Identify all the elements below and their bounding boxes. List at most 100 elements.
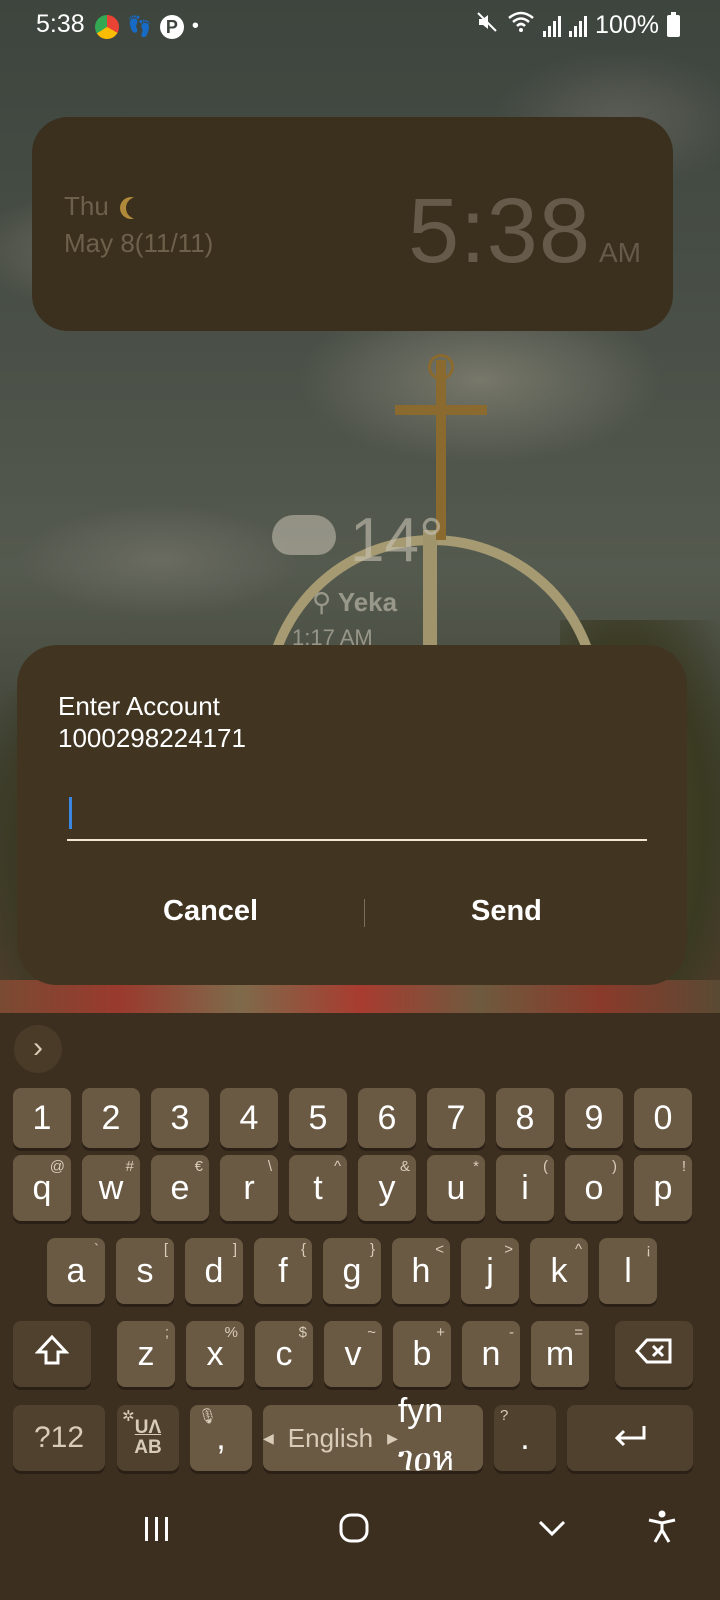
- key-w-label: w: [98, 1168, 124, 1207]
- accessibility-button[interactable]: [646, 1509, 678, 1554]
- enter-key[interactable]: [567, 1405, 693, 1471]
- widget-ampm: AM: [599, 237, 641, 268]
- microphone-icon: 🎙: [198, 1408, 218, 1425]
- enter-icon: [612, 1419, 648, 1458]
- key-t[interactable]: t ^: [289, 1155, 347, 1221]
- key-n-secondary: -: [509, 1324, 514, 1341]
- key-8[interactable]: 8: [496, 1088, 554, 1148]
- key-v[interactable]: v ~: [324, 1321, 382, 1387]
- key-x[interactable]: x%: [186, 1321, 244, 1387]
- key-q[interactable]: q @: [13, 1155, 71, 1221]
- key-d[interactable]: d]: [185, 1238, 243, 1304]
- key-c[interactable]: c $: [255, 1321, 313, 1387]
- key-e-label: e: [170, 1168, 190, 1207]
- feet-icon: 👣: [127, 16, 152, 38]
- key-p-label: p: [653, 1168, 673, 1207]
- key-9[interactable]: 9: [565, 1088, 623, 1148]
- key-x-label: x: [206, 1334, 224, 1373]
- key-z-label: z: [137, 1334, 155, 1373]
- key-c-label: c: [275, 1334, 293, 1373]
- key-g[interactable]: g}: [323, 1238, 381, 1304]
- key-n[interactable]: n-: [462, 1321, 520, 1387]
- key-l-label: l: [624, 1251, 632, 1290]
- key-w[interactable]: w #: [82, 1155, 140, 1221]
- key-a[interactable]: a `: [47, 1238, 105, 1304]
- key-1[interactable]: 1: [13, 1088, 71, 1148]
- dialog-title: Enter Account: [58, 691, 220, 721]
- mute-icon: [475, 10, 499, 41]
- key-1-label: 1: [32, 1098, 52, 1137]
- key-3[interactable]: 3: [151, 1088, 209, 1148]
- battery-icon: [667, 11, 680, 37]
- key-5[interactable]: 5: [289, 1088, 347, 1148]
- pinterest-icon: P: [159, 14, 184, 39]
- key-s[interactable]: s[: [116, 1238, 174, 1304]
- key-v-secondary: ~: [367, 1324, 376, 1341]
- navigation-bar: [0, 1483, 720, 1600]
- key-z[interactable]: z;: [117, 1321, 175, 1387]
- key-0[interactable]: 0: [634, 1088, 692, 1148]
- key-r-secondary: \: [267, 1158, 272, 1175]
- key-g-secondary: }: [369, 1241, 375, 1258]
- key-a-label: a: [66, 1251, 86, 1290]
- chrome-icon: [95, 14, 119, 39]
- period-key[interactable]: .?: [494, 1405, 556, 1471]
- key-l[interactable]: l ¡: [599, 1238, 657, 1304]
- key-i[interactable]: i(: [496, 1155, 554, 1221]
- shift-key[interactable]: [13, 1321, 91, 1387]
- key-2[interactable]: 2: [82, 1088, 140, 1148]
- symbols-key[interactable]: ?12: [13, 1405, 105, 1471]
- key-m[interactable]: m =: [531, 1321, 589, 1387]
- key-p-secondary: !: [681, 1158, 686, 1175]
- system-icons: 100%: [475, 10, 680, 41]
- keyboard: › 1 2 3 4 5 6 7 8 9 0 q @ w # e € r \ t ^ y & u * i(o) p! a ` s[d] f{…: [0, 1013, 720, 1483]
- key-g-label: g: [342, 1251, 362, 1290]
- recents-button[interactable]: [142, 1509, 172, 1554]
- notification-icons: 👣 P •: [95, 14, 199, 39]
- space-key[interactable]: ◀ English ▶ fyn ገዐห: [263, 1392, 483, 1478]
- wallpaper-cross-bar: [395, 405, 487, 415]
- key-p[interactable]: p!: [634, 1155, 692, 1221]
- key-h[interactable]: h <: [392, 1238, 450, 1304]
- key-o-secondary: ): [612, 1158, 617, 1175]
- signal-icon: [543, 15, 562, 37]
- settings-icon: ✲: [122, 1408, 135, 1425]
- home-button[interactable]: [338, 1509, 370, 1554]
- backspace-key[interactable]: [615, 1321, 693, 1387]
- key-o[interactable]: o): [565, 1155, 623, 1221]
- cancel-button[interactable]: Cancel: [163, 895, 258, 928]
- key-4-label: 4: [239, 1098, 259, 1137]
- key-v-label: v: [344, 1334, 362, 1373]
- key-6[interactable]: 6: [358, 1088, 416, 1148]
- backspace-icon: [634, 1335, 673, 1374]
- account-input[interactable]: [67, 785, 647, 841]
- key-s-label: s: [136, 1251, 154, 1290]
- comma-key[interactable]: , 🎙: [190, 1405, 252, 1471]
- key-f[interactable]: f{: [254, 1238, 312, 1304]
- key-k[interactable]: k ^: [530, 1238, 588, 1304]
- clock-widget[interactable]: Thu May 8(11/11) 5:38 AM: [32, 117, 673, 331]
- language-switch-key[interactable]: ✲ UΛ AB: [117, 1405, 179, 1471]
- key-j[interactable]: j >: [461, 1238, 519, 1304]
- send-button[interactable]: Send: [471, 895, 542, 928]
- hide-keyboard-button[interactable]: [536, 1509, 568, 1554]
- key-y[interactable]: y &: [358, 1155, 416, 1221]
- key-e[interactable]: e €: [151, 1155, 209, 1221]
- text-cursor: [69, 797, 72, 829]
- weather-temperature: 14°: [350, 506, 444, 575]
- key-k-secondary: ^: [574, 1241, 582, 1258]
- language-switch-top-label: UΛ: [134, 1417, 162, 1438]
- key-b[interactable]: b +: [393, 1321, 451, 1387]
- key-5-label: 5: [308, 1098, 328, 1137]
- keyboard-toolbar-expand-button[interactable]: ›: [14, 1025, 62, 1073]
- location-pin-icon: ⚲: [312, 587, 332, 617]
- key-7[interactable]: 7: [427, 1088, 485, 1148]
- key-4[interactable]: 4: [220, 1088, 278, 1148]
- key-u[interactable]: u *: [427, 1155, 485, 1221]
- dot-icon: •: [191, 15, 199, 37]
- key-q-label: q: [32, 1168, 52, 1207]
- key-r[interactable]: r \: [220, 1155, 278, 1221]
- key-8-label: 8: [515, 1098, 535, 1137]
- button-divider: [364, 899, 365, 927]
- key-l-secondary: ¡: [646, 1241, 651, 1258]
